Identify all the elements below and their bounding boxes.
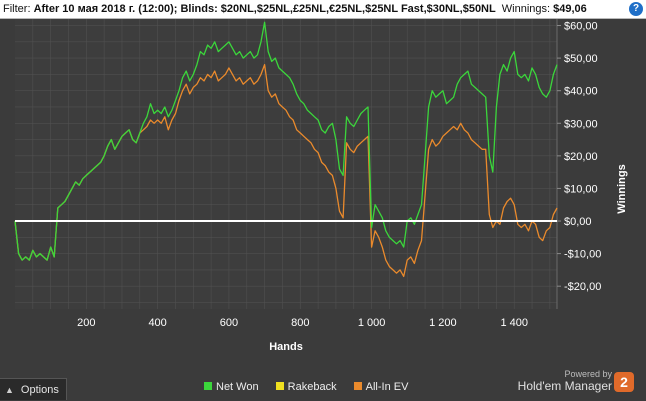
y-tick-label: -$20,00 [564, 281, 601, 293]
x-axis-label: Hands [269, 341, 303, 353]
legend-swatch-net-won [204, 382, 212, 390]
winnings-value: $49,06 [553, 3, 587, 15]
x-tick-label: 800 [291, 317, 309, 329]
bottom-bar: ▲ Options Net Won Rakeback All-In EV Powe… [0, 369, 646, 400]
y-tick-label: $50,00 [564, 53, 598, 65]
legend-item-all-in-ev[interactable]: All-In EV [353, 381, 409, 393]
y-axis-label: Winnings [616, 164, 628, 213]
legend-swatch-rakeback [275, 382, 284, 390]
app-window: Filter: After 10 мая 2018 г. (12:00); Bl… [0, 0, 646, 400]
brand-block: Powered by Hold'em Manager [518, 369, 612, 393]
x-tick-label: 400 [148, 317, 166, 329]
x-tick-label: 1 400 [500, 317, 528, 329]
x-tick-label: 200 [77, 317, 95, 329]
legend-label: Net Won [216, 381, 259, 393]
x-tick-label: 1 200 [429, 317, 457, 329]
filter-bar: Filter: After 10 мая 2018 г. (12:00); Bl… [0, 0, 646, 19]
plot-background [15, 19, 557, 309]
powered-by-label: Powered by [564, 369, 612, 379]
legend-item-rakeback[interactable]: Rakeback [275, 381, 337, 393]
options-button[interactable]: ▲ Options [0, 378, 67, 400]
winnings-label: Winnings: [501, 3, 551, 15]
legend-label: All-In EV [365, 381, 409, 393]
chart-legend: Net Won Rakeback All-In EV [204, 381, 422, 393]
winnings-chart: $60,00 $50,00 $40,00 $30,00 $20,00 $10,00 $0,0… [0, 19, 646, 377]
x-tick-label: 1 000 [358, 317, 386, 329]
y-tick-label: -$10,00 [564, 249, 601, 261]
legend-label: Rakeback [287, 381, 337, 393]
y-tick-label: $40,00 [564, 86, 598, 98]
y-tick-label: $30,00 [564, 118, 598, 130]
y-tick-label: $10,00 [564, 183, 598, 195]
brand-name: Hold'em Manager [517, 379, 612, 393]
y-axis-ticks: $60,00 $50,00 $40,00 $30,00 $20,00 $10,00 $0,0… [557, 21, 601, 293]
help-icon[interactable]: ? [629, 2, 643, 16]
y-tick-label: $60,00 [564, 21, 598, 33]
legend-swatch-all-in-ev [353, 382, 362, 390]
y-tick-label: $0,00 [564, 216, 592, 228]
legend-item-net-won[interactable]: Net Won [204, 381, 259, 393]
options-label: Options [20, 384, 59, 396]
filter-label: Filter: [3, 3, 31, 15]
x-tick-label: 600 [220, 317, 238, 329]
hm2-logo-icon: 2 [614, 372, 634, 392]
filter-value: After 10 мая 2018 г. (12:00); Blinds: $2… [33, 3, 496, 15]
chevron-up-icon: ▲ [5, 385, 14, 395]
y-tick-label: $20,00 [564, 151, 598, 163]
